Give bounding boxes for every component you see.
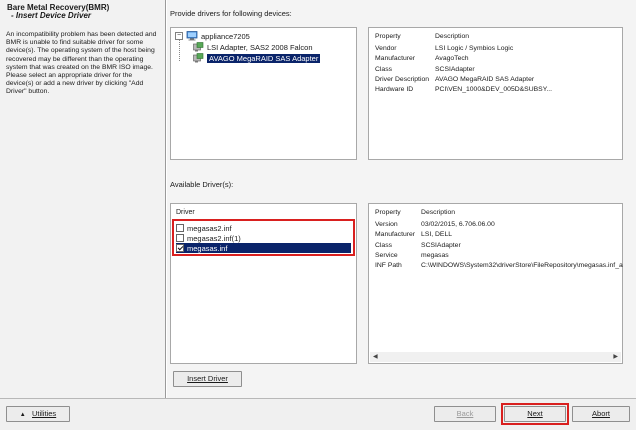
driver-properties-panel: Property Description Version 03/02/2015,… — [368, 203, 623, 364]
driver-list-header: Driver — [176, 209, 195, 216]
property-row: Manufacturer AvagoTech — [375, 55, 469, 63]
tree-root-node[interactable]: − appliance7205 — [175, 31, 250, 41]
property-row: Manufacturer LSI, DELL — [375, 231, 453, 239]
devices-section-label: Provide drivers for following devices: — [170, 9, 292, 18]
main-panel: Provide drivers for following devices: −… — [167, 0, 636, 398]
next-button-highlight — [501, 403, 569, 425]
utilities-button[interactable]: ▲ Utilities — [6, 406, 70, 422]
tree-item-label: LSI Adapter, SAS2 2008 Falcon — [207, 42, 313, 52]
tree-item-lsi-adapter[interactable]: LSI Adapter, SAS2 2008 Falcon — [193, 42, 313, 52]
tree-item-label: AVAGO MegaRAID SAS Adapter — [207, 53, 321, 63]
tree-root-label: appliance7205 — [201, 31, 250, 41]
property-header: Property — [375, 209, 401, 216]
property-row: Version 03/02/2015, 6.706.06.00 — [375, 221, 495, 228]
step-title: - Insert Device Driver — [11, 11, 92, 20]
insert-driver-button[interactable]: Insert Driver — [173, 371, 242, 387]
property-row: Hardware ID PCI\VEN_1000&DEV_005D&SUBSY.… — [375, 86, 553, 94]
description-header: Description — [421, 209, 456, 216]
horizontal-scrollbar[interactable]: ◀ ▶ — [370, 352, 621, 362]
back-button[interactable]: Back — [434, 406, 496, 422]
property-row: INF Path C:\WINDOWS\System32\driverStore… — [375, 262, 623, 270]
storage-adapter-icon — [193, 42, 204, 52]
abort-button[interactable]: Abort — [572, 406, 630, 422]
collapse-icon[interactable]: − — [175, 32, 183, 40]
scroll-right-icon[interactable]: ▶ — [613, 353, 618, 360]
property-row: Vendor LSI Logic / Symbios Logic — [375, 45, 514, 52]
description-header: Description — [435, 33, 470, 40]
property-row: Class SCSIAdapter — [375, 241, 461, 249]
scroll-left-icon[interactable]: ◀ — [373, 353, 378, 360]
tree-item-avago-adapter[interactable]: AVAGO MegaRAID SAS Adapter — [193, 53, 321, 63]
step-description: An incompatibility problem has been dete… — [6, 31, 157, 96]
device-properties-table: Property Description Vendor LSI Logic / … — [375, 33, 558, 96]
property-row: Service megasas — [375, 251, 449, 259]
driver-properties-table: Property Description Version 03/02/2015,… — [375, 209, 629, 272]
storage-adapter-icon — [193, 53, 204, 63]
drivers-section-label: Available Driver(s): — [170, 180, 234, 189]
expand-up-icon: ▲ — [19, 412, 26, 418]
device-tree[interactable]: − appliance7205 LSI Adapter, SAS2 2008 F… — [170, 27, 357, 160]
wizard-footer: ▲ Utilities Back Next Abort — [0, 398, 636, 430]
tree-connector — [179, 40, 180, 61]
property-row: Driver Description AVAGO MegaRAID SAS Ad… — [375, 75, 535, 83]
device-properties-panel: Property Description Vendor LSI Logic / … — [368, 27, 623, 160]
driver-list[interactable]: Driver megasas2.inf megasas2.inf(1) mega… — [170, 203, 357, 364]
property-row: Class SCSIAdapter — [375, 65, 475, 73]
computer-icon — [186, 31, 198, 41]
driver-selection-highlight — [172, 219, 355, 256]
wizard-side-panel: Bare Metal Recovery(BMR) - Insert Device… — [0, 0, 166, 398]
property-header: Property — [375, 33, 401, 40]
